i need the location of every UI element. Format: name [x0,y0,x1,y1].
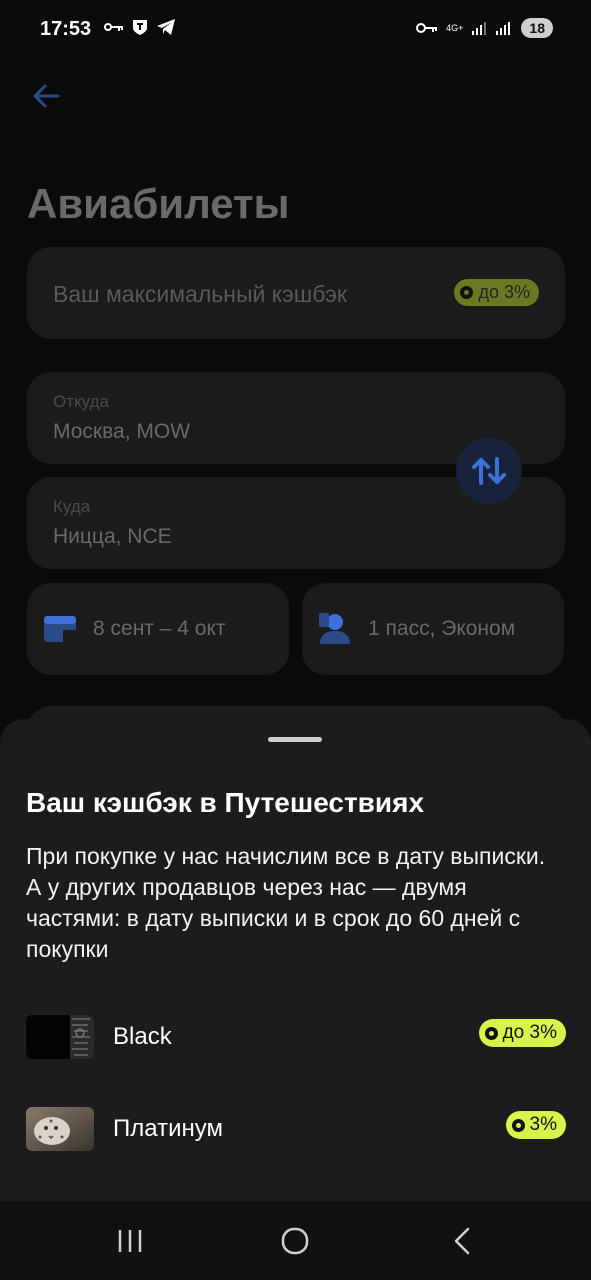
tier-row-platinum: Платинум 3% [26,1107,566,1151]
tier-badge-black-text: до 3% [502,1022,557,1043]
cashback-dot-icon [460,286,474,299]
passengers-text: 1 пасс, Эконом [368,617,516,640]
network-4g-icon: 4G+ [446,22,464,33]
arrow-left-icon [33,84,60,108]
calendar-icon [44,616,76,642]
back-button[interactable] [30,80,62,112]
to-label: Куда [53,497,91,516]
page-title: Авиабилеты [27,180,290,227]
system-nav-bar [0,1201,591,1280]
tier-name-black: Black [113,1023,172,1050]
key-icon [104,23,123,31]
tier-row-black: Black до 3% [26,1015,566,1059]
to-value: Ницца, NCE [53,525,172,548]
tier-badge-platinum: 3% [505,1111,566,1139]
cashback-badge: до 3% [454,279,539,306]
black-card-image [26,1015,94,1059]
passenger-icon [319,613,350,644]
sheet-handle[interactable] [268,737,322,742]
vpn-key-icon [416,23,438,33]
sheet-title: Ваш кэшбэк в Путешествиях [26,787,425,818]
platinum-card-image [26,1107,94,1151]
telegram-icon [157,19,175,35]
dates-text: 8 сент – 4 окт [93,617,226,640]
from-label: Откуда [53,392,109,411]
cashback-text: Ваш максимальный кэшбэк [53,281,347,307]
tier-badge-black: до 3% [478,1019,566,1047]
status-time: 17:53 [40,18,92,40]
cashback-badge-text: до 3% [478,282,530,302]
tier-name-platinum: Платинум [113,1115,223,1142]
tier-badge-platinum-text: 3% [529,1114,557,1135]
nav-back-button[interactable] [442,1221,482,1261]
status-right-icons: 4G+ 18 [416,18,553,38]
swap-button[interactable] [456,438,522,504]
recent-apps-icon [118,1230,142,1252]
passengers-chip[interactable]: 1 пасс, Эконом [302,583,564,675]
status-bar: 17:53 4G+ 18 [0,0,591,60]
home-button[interactable] [275,1221,315,1261]
cashback-card[interactable]: Ваш максимальный кэшбэк до 3% [27,247,565,339]
home-icon [281,1227,309,1255]
from-value: Москва, MOW [53,420,191,443]
cashback-dot-icon [484,1026,498,1040]
signal-r-icon [496,22,511,35]
swap-arrows-icon [472,457,506,485]
signal-icon [472,22,487,35]
cashback-dot-icon [511,1118,525,1132]
status-left-icons [104,18,176,36]
sheet-description: При покупке у нас начислим все в дату вы… [26,843,546,962]
battery-indicator: 18 [521,18,553,38]
recent-apps-button[interactable] [110,1221,150,1261]
dates-chip[interactable]: 8 сент – 4 окт [27,583,289,675]
shield-icon [133,20,147,35]
back-icon [454,1227,470,1255]
cashback-sheet: Ваш кэшбэк в Путешествиях При покупке у … [0,719,591,1201]
